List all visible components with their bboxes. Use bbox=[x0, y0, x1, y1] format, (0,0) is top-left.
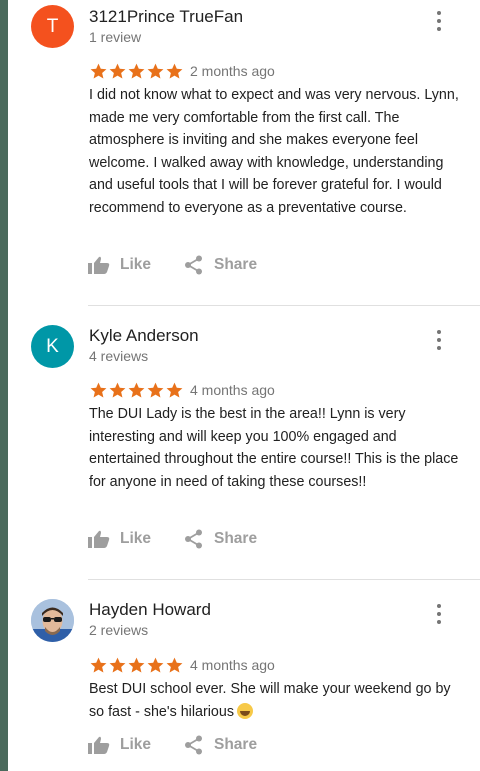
star-icon bbox=[109, 657, 126, 673]
share-button[interactable]: Share bbox=[184, 529, 257, 549]
like-label: Like bbox=[120, 530, 152, 547]
star-icon bbox=[166, 382, 183, 398]
star-icon bbox=[166, 657, 183, 673]
star-icon bbox=[147, 657, 164, 673]
review-date: 4 months ago bbox=[190, 657, 275, 673]
avatar-letter: K bbox=[46, 335, 59, 357]
review-date: 4 months ago bbox=[190, 382, 275, 398]
share-icon bbox=[185, 529, 202, 549]
thumbs-up-icon bbox=[88, 530, 110, 548]
share-icon bbox=[185, 255, 202, 275]
avatar[interactable]: K bbox=[31, 325, 74, 368]
star-icon bbox=[147, 382, 164, 398]
star-rating bbox=[89, 381, 184, 400]
profile-photo bbox=[31, 599, 74, 642]
review-text: The DUI Lady is the best in the area!! L… bbox=[89, 406, 459, 490]
reviews-panel: T 3121Prince TrueFan 1 review 2 months a… bbox=[8, 0, 480, 771]
star-icon bbox=[166, 63, 183, 79]
review-count[interactable]: 1 review bbox=[89, 29, 141, 45]
like-label: Like bbox=[120, 256, 152, 273]
star-icon bbox=[128, 657, 145, 673]
like-button[interactable]: Like bbox=[88, 256, 184, 274]
more-options-icon[interactable] bbox=[430, 327, 448, 353]
review-count[interactable]: 4 reviews bbox=[89, 348, 148, 364]
laughing-emoji-icon bbox=[236, 702, 253, 719]
more-options-icon[interactable] bbox=[430, 601, 448, 627]
star-icon bbox=[90, 382, 107, 398]
star-icon bbox=[109, 63, 126, 79]
share-label: Share bbox=[214, 530, 258, 547]
star-icon bbox=[147, 63, 164, 79]
thumbs-up-icon bbox=[88, 256, 110, 274]
star-rating bbox=[89, 62, 184, 81]
share-label: Share bbox=[214, 736, 258, 753]
review-text-block: Best DUI school ever. She will make your… bbox=[89, 678, 465, 723]
review-text: Best DUI school ever. She will make your… bbox=[89, 681, 451, 720]
like-label: Like bbox=[120, 736, 152, 753]
star-icon bbox=[90, 63, 107, 79]
avatar[interactable] bbox=[31, 599, 74, 642]
like-button[interactable]: Like bbox=[88, 530, 184, 548]
divider bbox=[88, 579, 480, 580]
thumbs-up-icon bbox=[88, 736, 110, 754]
avatar[interactable]: T bbox=[31, 5, 74, 48]
review-date: 2 months ago bbox=[190, 63, 275, 79]
share-icon bbox=[185, 735, 202, 755]
reviewer-name[interactable]: 3121Prince TrueFan bbox=[89, 7, 243, 27]
reviewer-name[interactable]: Kyle Anderson bbox=[89, 326, 199, 346]
review-text: I did not know what to expect and was ve… bbox=[89, 87, 459, 216]
share-label: Share bbox=[214, 256, 258, 273]
star-icon bbox=[109, 382, 126, 398]
star-icon bbox=[128, 382, 145, 398]
share-button[interactable]: Share bbox=[184, 255, 257, 275]
star-icon bbox=[128, 63, 145, 79]
share-button[interactable]: Share bbox=[184, 735, 257, 755]
divider bbox=[88, 305, 480, 306]
star-rating bbox=[89, 656, 184, 675]
like-button[interactable]: Like bbox=[88, 736, 184, 754]
review-count[interactable]: 2 reviews bbox=[89, 622, 148, 638]
star-icon bbox=[90, 657, 107, 673]
more-options-icon[interactable] bbox=[430, 8, 448, 34]
avatar-letter: T bbox=[46, 15, 59, 37]
reviewer-name[interactable]: Hayden Howard bbox=[89, 600, 211, 620]
